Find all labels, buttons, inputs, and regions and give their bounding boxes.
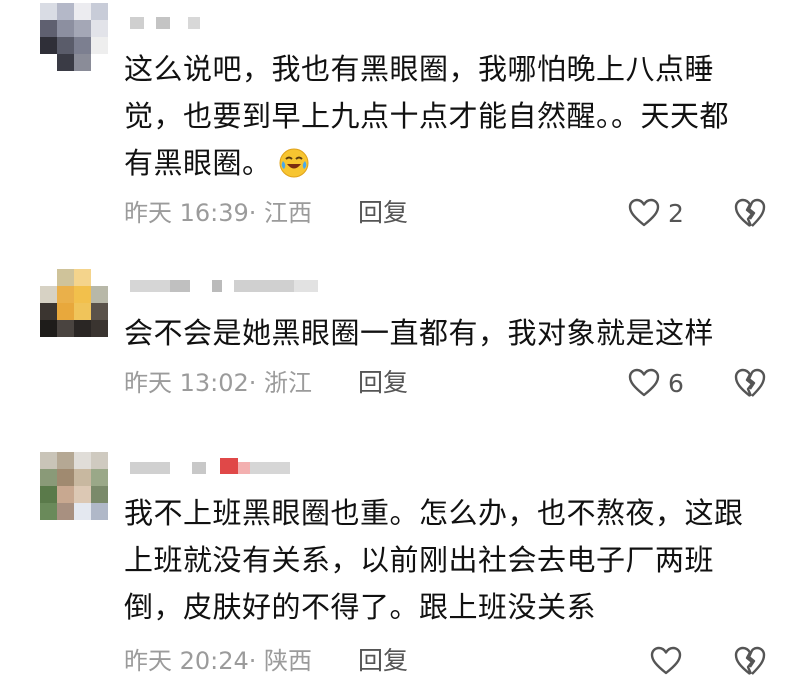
comment-line: 觉，也要到早上九点十点才能自然醒。。天天都 — [124, 99, 730, 133]
broken-heart-icon[interactable] — [733, 366, 767, 400]
broken-heart-icon[interactable] — [733, 196, 767, 230]
comment-line: 会不会是她黑眼圈一直都有，我对象就是这样 — [124, 316, 715, 350]
username-blurred[interactable] — [130, 273, 318, 299]
avatar[interactable] — [40, 3, 108, 71]
reply-button[interactable]: 回复 — [358, 366, 408, 400]
comment-line-text: 有黑眼圈。 — [124, 146, 272, 180]
avatar[interactable] — [40, 452, 108, 520]
avatar[interactable] — [40, 269, 108, 337]
comment-line: 倒，皮肤好的不得了。跟上班没关系 — [124, 590, 597, 624]
heart-outline-icon — [628, 368, 660, 397]
comment-meta: 昨天 20:24· 陕西 — [124, 647, 313, 675]
username-blurred[interactable] — [130, 455, 290, 481]
like-button[interactable]: 2 — [628, 196, 684, 230]
heart-outline-icon — [628, 198, 660, 227]
reply-button[interactable]: 回复 — [358, 196, 408, 230]
comment-text: 会不会是她黑眼圈一直都有，我对象就是这样 — [124, 310, 764, 357]
comment-line: 我不上班黑眼圈也重。怎么办，也不熬夜，这跟 — [124, 496, 744, 530]
laughing-crying-emoji-icon — [279, 148, 309, 178]
comment-item: 会不会是她黑眼圈一直都有，我对象就是这样 昨天 13:02· 浙江 回复 6 — [0, 265, 800, 425]
comment-line: 这么说吧，我也有黑眼圈，我哪怕晚上八点睡 — [124, 52, 715, 86]
comment-line: 有黑眼圈。 — [124, 140, 764, 187]
comment-meta: 昨天 13:02· 浙江 — [124, 369, 313, 397]
heart-outline-icon — [650, 646, 682, 675]
comment-meta: 昨天 16:39· 江西 — [124, 199, 313, 227]
reply-button[interactable]: 回复 — [358, 644, 408, 678]
comment-line: 上班就没有关系，以前刚出社会去电子厂两班 — [124, 543, 715, 577]
username-blurred[interactable] — [130, 10, 200, 36]
comment-item: 这么说吧，我也有黑眼圈，我哪怕晚上八点睡 觉，也要到早上九点十点才能自然醒。。天… — [0, 0, 800, 240]
comment-item: 我不上班黑眼圈也重。怎么办，也不熬夜，这跟 上班就没有关系，以前刚出社会去电子厂… — [0, 445, 800, 689]
like-count: 2 — [668, 198, 684, 228]
like-button[interactable] — [650, 644, 690, 678]
broken-heart-icon[interactable] — [733, 644, 767, 678]
like-count: 6 — [668, 368, 684, 398]
comment-text: 我不上班黑眼圈也重。怎么办，也不熬夜，这跟 上班就没有关系，以前刚出社会去电子厂… — [124, 490, 764, 631]
like-button[interactable]: 6 — [628, 366, 684, 400]
comment-text: 这么说吧，我也有黑眼圈，我哪怕晚上八点睡 觉，也要到早上九点十点才能自然醒。。天… — [124, 46, 764, 187]
